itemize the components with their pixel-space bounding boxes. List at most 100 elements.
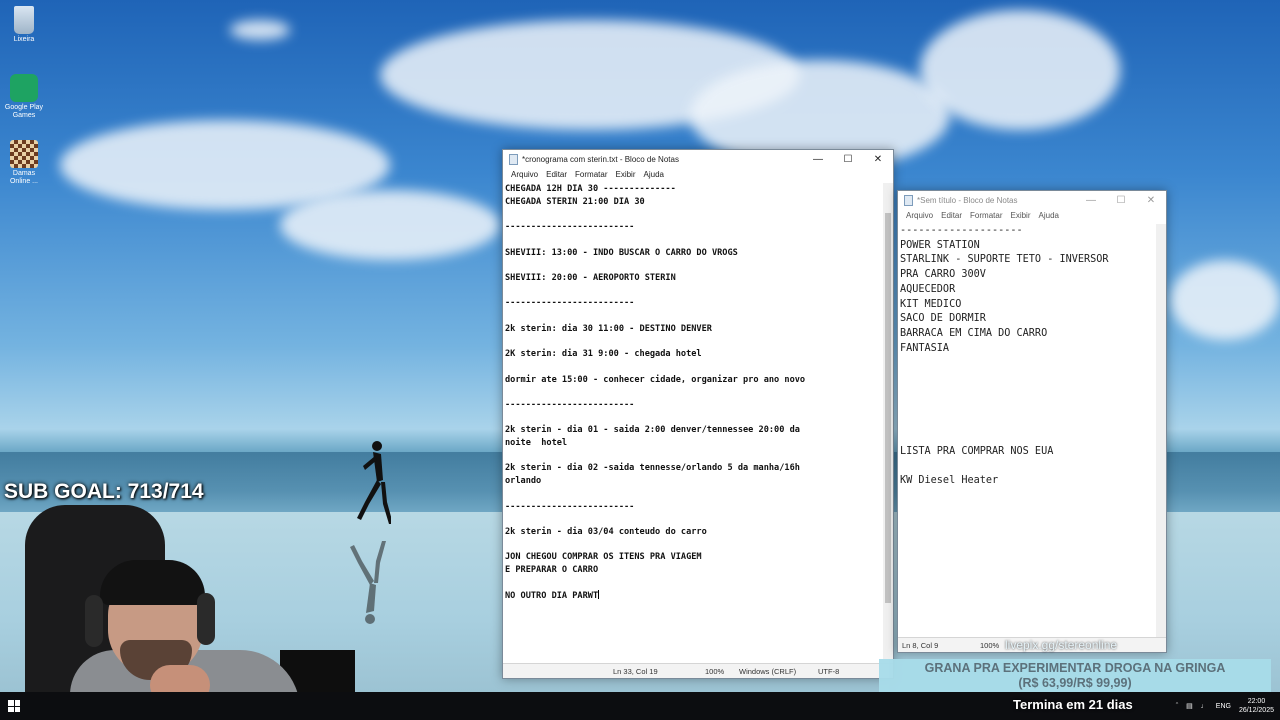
text-line xyxy=(900,386,1154,401)
text-line: NO OUTRO DIA PARWT xyxy=(505,589,600,601)
text-area[interactable]: -------------------- POWER STATION STARLIN… xyxy=(900,224,1154,489)
close-button[interactable]: ✕ xyxy=(1136,191,1166,209)
maximize-button[interactable]: ☐ xyxy=(1106,191,1136,209)
text-line: 2k sterin - dia 03/04 conteudo do carro xyxy=(505,526,707,537)
text-line: 2k sterin - dia 02 -saida tennesse/orlan… xyxy=(505,463,800,474)
text-line: LISTA PRA COMPRAR NOS EUA xyxy=(900,445,1054,457)
vertical-scrollbar[interactable] xyxy=(1156,224,1166,638)
windows-logo-icon xyxy=(8,700,20,712)
status-bar: Ln 33, Col 19 100% Windows (CRLF) UTF-8 xyxy=(503,663,893,678)
menu-ajuda[interactable]: Ajuda xyxy=(1035,209,1063,222)
text-area[interactable]: CHEGADA 12H DIA 30 -------------- CHEGADA… xyxy=(505,183,881,602)
text-line: 2K sterin: dia 31 9:00 - chegada hotel xyxy=(505,349,702,360)
menu-formatar[interactable]: Formatar xyxy=(966,209,1006,222)
runner-reflection xyxy=(350,541,386,624)
encoding: UTF-8 xyxy=(818,667,840,676)
text-line: BARRACA EM CIMA DO CARRO xyxy=(900,327,1048,339)
menu-arquivo[interactable]: Arquivo xyxy=(902,209,937,222)
text-line xyxy=(900,459,1154,474)
text-line: STARLINK - SUPORTE TETO - INVERSOR xyxy=(900,254,1109,266)
text-line: -------------------- xyxy=(900,225,1023,236)
vertical-scrollbar[interactable] xyxy=(883,183,893,664)
text-line xyxy=(900,400,1154,415)
text-line xyxy=(505,208,881,221)
text-line: dormir ate 15:00 - conhecer cidade, orga… xyxy=(505,374,806,385)
text-line xyxy=(505,386,881,399)
text-line: ------------------------- xyxy=(505,222,635,233)
desktop-icon-google-play-games[interactable]: Google Play Games xyxy=(2,74,46,120)
text-line xyxy=(505,259,881,272)
text-line xyxy=(505,488,881,501)
menu-arquivo[interactable]: Arquivo xyxy=(507,168,542,181)
title-bar[interactable]: *cronograma com sterin.txt - Bloco de No… xyxy=(503,150,893,168)
text-line xyxy=(505,361,881,374)
text-line xyxy=(505,285,881,298)
desktop-icon-recycle-bin[interactable]: Lixeira xyxy=(2,6,46,44)
text-line: orlando xyxy=(505,476,542,487)
start-button[interactable] xyxy=(0,692,28,720)
clock-date: 26/12/2025 xyxy=(1238,707,1274,714)
text-line: SHEVIII: 20:00 - AEROPORTO STERIN xyxy=(505,272,676,283)
text-line: AQUECEDOR xyxy=(900,283,956,295)
text-caret xyxy=(598,589,600,599)
zoom-level: 100% xyxy=(705,667,725,676)
text-line xyxy=(505,450,881,463)
menu-editar[interactable]: Editar xyxy=(542,168,571,181)
text-line xyxy=(505,577,881,590)
language-indicator[interactable]: ENG xyxy=(1216,703,1231,710)
scrollbar-thumb[interactable] xyxy=(885,213,891,603)
text-line: ------------------------- xyxy=(505,298,635,309)
desktop-icon-label: Lixeira xyxy=(13,36,35,43)
notepad-window-cronograma[interactable]: *cronograma com sterin.txt - Bloco de No… xyxy=(502,149,894,679)
webcam-overlay xyxy=(0,505,355,692)
text-line: PRA CARRO 300V xyxy=(900,269,986,281)
menu-exibir[interactable]: Exibir xyxy=(1006,209,1034,222)
text-line: CHEGADA 12H DIA 30 -------------- xyxy=(505,184,676,194)
text-line: KW Diesel Heater xyxy=(900,474,999,486)
text-line: E PREPARAR O CARRO xyxy=(505,565,599,576)
menu-exibir[interactable]: Exibir xyxy=(611,168,639,181)
menu-formatar[interactable]: Formatar xyxy=(571,168,611,181)
clock-time: 22:00 xyxy=(1247,698,1266,705)
countdown-overlay: Termina em 21 dias xyxy=(1013,697,1133,712)
desktop-icon-label: Damas Online ... xyxy=(9,170,38,185)
cursor-position: Ln 8, Col 9 xyxy=(902,641,939,650)
chevron-up-icon[interactable]: ˆ xyxy=(1176,703,1178,710)
close-button[interactable]: ✕ xyxy=(863,150,893,168)
menu-editar[interactable]: Editar xyxy=(937,209,966,222)
text-line xyxy=(900,415,1154,430)
desktop-icon-checkers[interactable]: Damas Online ... xyxy=(2,140,46,186)
text-line: ------------------------- xyxy=(505,399,635,410)
text-line: ------------------------- xyxy=(505,501,635,512)
desktop-icon-label: Google Play Games xyxy=(4,104,44,119)
text-line xyxy=(505,310,881,323)
menu-bar: Arquivo Editar Formatar Exibir Ajuda xyxy=(503,168,893,181)
network-icon[interactable]: ▤ xyxy=(1186,702,1193,710)
volume-icon[interactable]: ♩ xyxy=(1201,703,1208,710)
text-line: SHEVIII: 13:00 - INDO BUSCAR O CARRO DO … xyxy=(505,247,738,258)
text-line xyxy=(505,335,881,348)
menu-ajuda[interactable]: Ajuda xyxy=(640,168,668,181)
sub-goal-overlay: SUB GOAL: 713/714 xyxy=(4,480,204,503)
text-line: JON CHEGOU COMPRAR OS ITENS PRA VIAGEM xyxy=(505,552,702,563)
maximize-button[interactable]: ☐ xyxy=(833,150,863,168)
text-line: noite hotel xyxy=(505,438,568,449)
text-line xyxy=(505,412,881,425)
text-line xyxy=(505,234,881,247)
minimize-button[interactable]: — xyxy=(1076,191,1106,209)
text-line xyxy=(900,356,1154,371)
recycle-bin-icon xyxy=(14,6,34,34)
clock[interactable]: 22:00 26/12/2025 xyxy=(1239,697,1274,715)
text-line xyxy=(505,513,881,526)
livepix-link-overlay: livepix.gg/stereonline xyxy=(1005,638,1118,652)
text-line: KIT MEDICO xyxy=(900,298,962,310)
notepad-icon xyxy=(509,153,518,165)
minimize-button[interactable]: — xyxy=(803,150,833,168)
notepad-window-sem-titulo[interactable]: *Sem título - Bloco de Notas — ☐ ✕ Arqui… xyxy=(897,190,1167,653)
zoom-level: 100% xyxy=(980,641,1000,650)
menu-bar: Arquivo Editar Formatar Exibir Ajuda xyxy=(898,209,1166,222)
google-play-games-icon xyxy=(10,74,38,102)
title-bar[interactable]: *Sem título - Bloco de Notas — ☐ ✕ xyxy=(898,191,1166,209)
donation-goal-banner: GRANA PRA EXPERIMENTAR DROGA NA GRINGA (… xyxy=(879,659,1271,692)
donation-goal-title: GRANA PRA EXPERIMENTAR DROGA NA GRINGA xyxy=(924,661,1226,675)
